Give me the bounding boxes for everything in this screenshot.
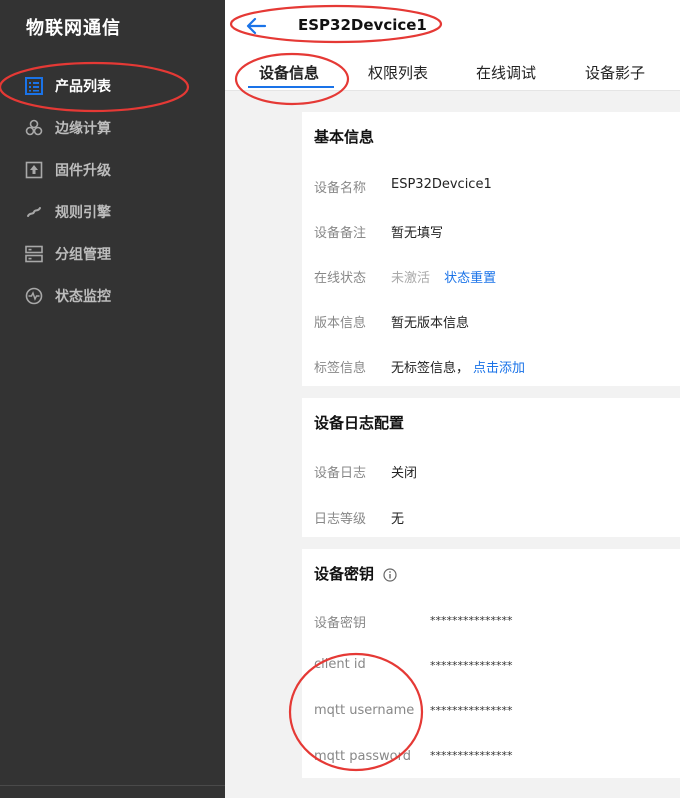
log-level-label: 日志等级 (314, 512, 367, 527)
page-title: ESP32Devcice1 (298, 16, 427, 34)
panel-title: 设备密钥 (314, 565, 375, 583)
online-status-label: 在线状态 (314, 271, 367, 286)
device-secret-panel: 设备密钥 设备密钥 *************** client id ****… (302, 549, 680, 778)
sidebar: 物联网通信 产品列表 边缘计算 固件升级 规则引擎 分组管理 状态监控 (0, 0, 225, 798)
online-status-value: 未激活 (391, 271, 431, 286)
mqtt-password-value: *************** (430, 749, 513, 762)
page-header: ESP32Devcice1 设备信息 权限列表 在线调试 设备影子 (225, 0, 680, 91)
sidebar-item-firmware-upgrade[interactable]: 固件升级 (0, 150, 225, 190)
sidebar-item-group-manage[interactable]: 分组管理 (0, 234, 225, 274)
tab-device-info[interactable]: 设备信息 (259, 62, 319, 83)
tab-device-shadow[interactable]: 设备影子 (585, 62, 645, 83)
version-label: 版本信息 (314, 316, 367, 331)
sidebar-item-label: 固件升级 (55, 163, 111, 179)
mqtt-username-label: mqtt username (314, 703, 415, 718)
sidebar-item-label: 状态监控 (55, 289, 111, 305)
product-list-icon (25, 77, 43, 95)
sidebar-item-rule-engine[interactable]: 规则引擎 (0, 192, 225, 232)
edge-compute-icon (25, 119, 43, 137)
add-tag-link[interactable]: 点击添加 (473, 361, 525, 376)
tag-row: 无标签信息， 点击添加 (391, 357, 525, 376)
status-reset-link[interactable]: 状态重置 (444, 271, 496, 286)
group-manage-icon (25, 245, 43, 263)
sidebar-item-edge-compute[interactable]: 边缘计算 (0, 108, 225, 148)
mqtt-password-label: mqtt password (314, 749, 411, 764)
device-log-value: 关闭 (391, 466, 418, 481)
sidebar-item-product-list[interactable]: 产品列表 (0, 66, 225, 106)
rule-engine-icon (25, 203, 43, 221)
brand-title: 物联网通信 (26, 18, 121, 39)
firmware-upgrade-icon (25, 161, 43, 179)
device-name-value: ESP32Devcice1 (391, 177, 492, 192)
tab-online-debug[interactable]: 在线调试 (476, 62, 536, 83)
tag-value: 无标签信息， (391, 361, 470, 376)
remark-value: 暂无填写 (391, 226, 444, 241)
secret-key-value: *************** (430, 614, 513, 627)
tag-label: 标签信息 (314, 361, 367, 376)
mqtt-username-value: *************** (430, 704, 513, 717)
panel-title: 基本信息 (314, 128, 375, 146)
device-log-label: 设备日志 (314, 466, 367, 481)
panel-title: 设备日志配置 (314, 414, 405, 432)
remark-label: 设备备注 (314, 226, 367, 241)
log-level-value: 无 (391, 512, 405, 527)
sidebar-item-status-monitor[interactable]: 状态监控 (0, 276, 225, 316)
info-icon[interactable] (383, 567, 397, 582)
client-id-label: client id (314, 657, 366, 672)
secret-key-label: 设备密钥 (314, 616, 367, 631)
sidebar-item-label: 分组管理 (55, 247, 111, 263)
sidebar-item-label: 规则引擎 (55, 205, 111, 221)
active-tab-indicator (248, 86, 334, 88)
online-status-row: 未激活 状态重置 (391, 267, 496, 286)
basic-info-panel: 基本信息 设备名称 ESP32Devcice1 设备备注 暂无填写 在线状态 未… (302, 112, 680, 386)
version-value: 暂无版本信息 (391, 316, 470, 331)
arrow-left-icon[interactable] (245, 16, 267, 36)
log-config-panel: 设备日志配置 设备日志 关闭 日志等级 无 (302, 398, 680, 537)
status-monitor-icon (25, 287, 43, 305)
sidebar-item-label: 产品列表 (55, 79, 111, 95)
sidebar-divider (0, 785, 225, 786)
tab-permission-list[interactable]: 权限列表 (368, 62, 428, 83)
device-name-label: 设备名称 (314, 181, 367, 196)
sidebar-item-label: 边缘计算 (55, 121, 111, 137)
client-id-value: *************** (430, 659, 513, 672)
